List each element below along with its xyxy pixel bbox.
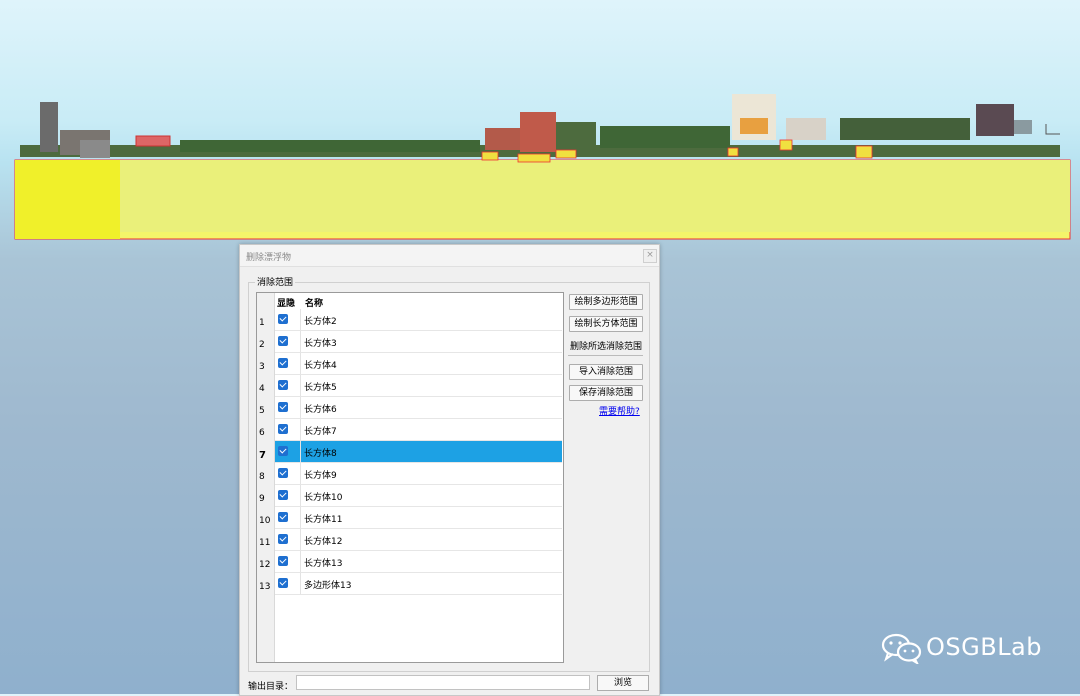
row-number: 12 (259, 560, 271, 570)
row-number: 4 (259, 384, 265, 394)
visibility-checkbox[interactable] (278, 336, 288, 346)
row-number: 1 (259, 318, 265, 328)
table-row[interactable]: 3 长方体4 (257, 353, 563, 375)
point-cloud-skyline (20, 94, 1060, 158)
row-number: 11 (259, 538, 271, 548)
range-name-cell[interactable]: 长方体2 (301, 309, 562, 331)
row-number: 2 (259, 340, 265, 350)
remove-floaters-dialog: 删除漂浮物 × 消除范围 显隐 名称 1 长方体2 2 长方体3 3 长方体4 4 长方体5 5… (239, 244, 660, 696)
visibility-checkbox[interactable] (278, 578, 288, 588)
range-name-cell[interactable]: 长方体11 (301, 507, 562, 529)
visibility-cell (275, 529, 301, 551)
range-name-cell[interactable]: 长方体7 (301, 419, 562, 441)
range-name-cell[interactable]: 长方体9 (301, 463, 562, 485)
table-header: 显隐 名称 (275, 293, 563, 309)
visibility-cell (275, 551, 301, 573)
visibility-cell (275, 375, 301, 397)
help-link[interactable]: 需要帮助? (599, 404, 640, 417)
row-number: 3 (259, 362, 265, 372)
visibility-checkbox[interactable] (278, 380, 288, 390)
visibility-cell (275, 331, 301, 353)
draw-box-button[interactable]: 绘制长方体范围 (569, 316, 643, 332)
range-name-cell[interactable]: 长方体8 (301, 441, 562, 463)
visibility-checkbox[interactable] (278, 358, 288, 368)
range-table[interactable]: 显隐 名称 1 长方体2 2 长方体3 3 长方体4 4 长方体5 5 长方体6 6 长方体7 7 长方体… (256, 292, 564, 663)
browse-button[interactable]: 浏览 (597, 675, 649, 691)
close-icon[interactable]: × (643, 249, 657, 263)
table-row[interactable]: 6 长方体7 (257, 419, 563, 441)
visibility-checkbox[interactable] (278, 534, 288, 544)
range-name-cell[interactable]: 长方体3 (301, 331, 562, 353)
table-row[interactable]: 11 长方体12 (257, 529, 563, 551)
visibility-checkbox[interactable] (278, 314, 288, 324)
table-row[interactable]: 1 长方体2 (257, 309, 563, 331)
table-row[interactable]: 2 长方体3 (257, 331, 563, 353)
row-number: 6 (259, 428, 265, 438)
table-row[interactable]: 9 长方体10 (257, 485, 563, 507)
wechat-icon (881, 633, 922, 664)
dialog-title: 删除漂浮物 (246, 253, 292, 263)
row-number: 5 (259, 406, 265, 416)
row-number: 10 (259, 516, 271, 526)
table-row[interactable]: 5 长方体6 (257, 397, 563, 419)
visibility-cell (275, 309, 301, 331)
row-number: 8 (259, 472, 265, 482)
visibility-cell (275, 353, 301, 375)
range-name-cell[interactable]: 长方体4 (301, 353, 562, 375)
visibility-checkbox[interactable] (278, 468, 288, 478)
range-name-cell[interactable]: 长方体12 (301, 529, 562, 551)
range-name-cell[interactable]: 长方体6 (301, 397, 562, 419)
output-dir-input[interactable] (296, 675, 590, 690)
table-rows: 1 长方体2 2 长方体3 3 长方体4 4 长方体5 5 长方体6 6 长方体7 7 长方体8 8 长方体9… (257, 309, 563, 595)
visibility-cell (275, 441, 301, 463)
column-header-visible[interactable]: 显隐 (277, 296, 295, 309)
table-row[interactable]: 4 长方体5 (257, 375, 563, 397)
visibility-checkbox[interactable] (278, 556, 288, 566)
watermark-text: OSGBLab (926, 633, 1042, 661)
column-header-name[interactable]: 名称 (305, 296, 323, 309)
visibility-cell (275, 397, 301, 419)
draw-polygon-button[interactable]: 绘制多边形范围 (569, 294, 643, 310)
range-name-cell[interactable]: 多边形体13 (301, 573, 562, 595)
visibility-cell (275, 463, 301, 485)
watermark: OSGBLab (881, 628, 1051, 668)
table-row[interactable]: 10 长方体11 (257, 507, 563, 529)
visibility-cell (275, 507, 301, 529)
table-row[interactable]: 12 长方体13 (257, 551, 563, 573)
table-row[interactable]: 13 多边形体13 (257, 573, 563, 595)
import-range-button[interactable]: 导入消除范围 (569, 364, 643, 380)
visibility-checkbox[interactable] (278, 424, 288, 434)
visibility-checkbox[interactable] (278, 446, 288, 456)
row-number: 9 (259, 494, 265, 504)
visibility-checkbox[interactable] (278, 490, 288, 500)
visibility-cell (275, 485, 301, 507)
visibility-cell (275, 419, 301, 441)
row-number: 7 (259, 450, 266, 461)
visibility-checkbox[interactable] (278, 402, 288, 412)
visibility-cell (275, 573, 301, 595)
dialog-titlebar[interactable]: 删除漂浮物 × (240, 245, 659, 267)
table-row[interactable]: 8 长方体9 (257, 463, 563, 485)
range-name-cell[interactable]: 长方体13 (301, 551, 562, 573)
group-label: 消除范围 (255, 275, 296, 288)
output-dir-label: 输出目录： (248, 682, 294, 692)
save-range-button[interactable]: 保存消除范围 (569, 385, 643, 401)
row-number: 13 (259, 582, 271, 592)
range-name-cell[interactable]: 长方体10 (301, 485, 562, 507)
range-name-cell[interactable]: 长方体5 (301, 375, 562, 397)
divider (568, 355, 643, 356)
table-row[interactable]: 7 长方体8 (257, 441, 563, 463)
visibility-checkbox[interactable] (278, 512, 288, 522)
delete-selected-button[interactable]: 删除所选消除范围 (567, 339, 645, 352)
